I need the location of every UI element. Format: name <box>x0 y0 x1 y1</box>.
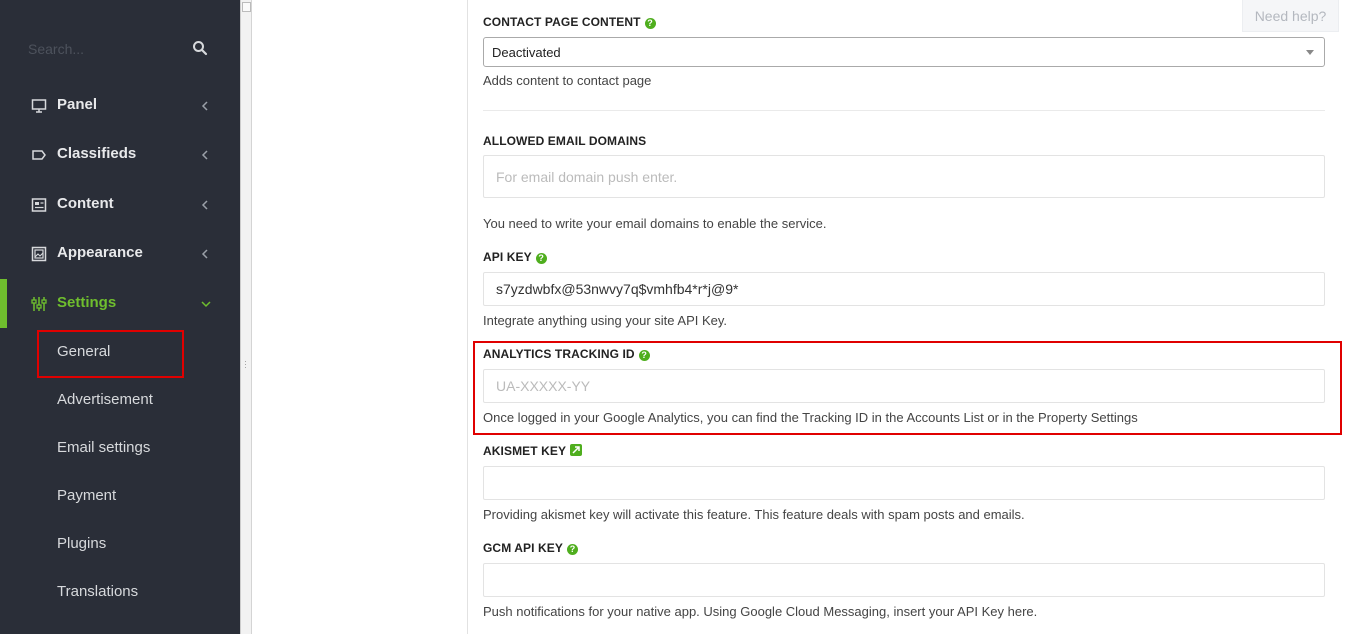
need-help-button[interactable]: Need help? <box>1242 0 1339 32</box>
api-key-help-text: Integrate anything using your site API K… <box>483 313 728 328</box>
sidebar-item-classifieds[interactable]: Classifieds <box>0 130 240 179</box>
sidebar-subitem-advertisement[interactable]: Advertisement <box>57 391 153 408</box>
newspaper-icon <box>31 197 47 213</box>
scroll-up-arrow-icon[interactable] <box>242 2 251 12</box>
sidebar-scrollbar[interactable]: · · · <box>240 0 252 634</box>
email-domains-input[interactable] <box>483 155 1325 198</box>
help-icon[interactable]: ? <box>638 350 650 361</box>
field-label-text: ANALYTICS TRACKING ID <box>483 347 635 361</box>
gcm-api-key-input[interactable] <box>483 563 1325 597</box>
allowed-email-domains-label: ALLOWED EMAIL DOMAINS <box>483 134 647 148</box>
dropdown-arrow-icon <box>1306 50 1314 55</box>
sidebar-subitem-payment[interactable]: Payment <box>57 487 116 504</box>
akismet-key-input[interactable] <box>483 466 1325 500</box>
chevron-left-icon <box>200 99 212 113</box>
sidebar-item-label: Classifieds <box>57 145 137 162</box>
image-icon <box>31 246 47 262</box>
sidebar-subitem-general[interactable]: General <box>57 343 110 360</box>
api-key-input[interactable] <box>483 272 1325 306</box>
monitor-icon <box>31 98 47 114</box>
select-value: Deactivated <box>492 45 561 60</box>
sidebar-item-appearance[interactable]: Appearance <box>0 229 240 278</box>
sidebar-item-panel[interactable]: Panel <box>0 81 240 130</box>
contact-help-text: Adds content to contact page <box>483 73 652 88</box>
field-label-text: CONTACT PAGE CONTENT <box>483 15 641 29</box>
sidebar-item-label: Settings <box>57 294 117 311</box>
sidebar-item-label: Appearance <box>57 244 143 261</box>
sliders-icon <box>31 296 47 312</box>
app-root: Panel Classifieds Content Appearance <box>0 0 1349 634</box>
field-label-text: GCM API KEY <box>483 541 563 555</box>
search-icon[interactable] <box>192 40 212 60</box>
divider <box>483 110 1325 111</box>
field-label-text: AKISMET KEY <box>483 444 567 458</box>
analytics-tracking-id-input[interactable] <box>483 369 1325 403</box>
sidebar-subitem-email-settings[interactable]: Email settings <box>57 439 150 456</box>
sidebar-item-label: Content <box>57 195 114 212</box>
gcm-help-text: Push notifications for your native app. … <box>483 604 1038 619</box>
contact-page-content-label: CONTACT PAGE CONTENT? <box>483 15 656 29</box>
external-link-icon[interactable] <box>570 444 583 456</box>
help-icon[interactable]: ? <box>535 253 547 264</box>
chevron-down-icon <box>200 297 212 311</box>
sidebar-subitem-plugins[interactable]: Plugins <box>57 535 106 552</box>
analytics-help-text: Once logged in your Google Analytics, yo… <box>483 410 1138 425</box>
search-input[interactable] <box>22 34 202 64</box>
scroll-grip-icon[interactable]: · · · <box>244 357 250 372</box>
akismet-key-label: AKISMET KEY <box>483 444 583 458</box>
contact-page-content-select[interactable]: Deactivated <box>483 37 1325 67</box>
chevron-left-icon <box>200 198 212 212</box>
sidebar-item-settings[interactable]: Settings <box>0 279 240 328</box>
help-icon[interactable]: ? <box>567 544 578 555</box>
gcm-api-key-label: GCM API KEY? <box>483 541 578 555</box>
help-icon[interactable]: ? <box>644 18 656 29</box>
tag-icon <box>31 147 47 163</box>
field-label-text: API KEY <box>483 250 532 264</box>
sidebar-item-content[interactable]: Content <box>0 180 240 229</box>
akismet-help-text: Providing akismet key will activate this… <box>483 507 1025 522</box>
sidebar-item-label: Panel <box>57 96 98 113</box>
analytics-tracking-id-label: ANALYTICS TRACKING ID? <box>483 347 650 361</box>
sidebar-subitem-translations[interactable]: Translations <box>57 583 138 600</box>
api-key-label: API KEY? <box>483 250 547 264</box>
chevron-left-icon <box>200 247 212 261</box>
chevron-left-icon <box>200 148 212 162</box>
sidebar: Panel Classifieds Content Appearance <box>0 0 240 634</box>
email-domains-help-text: You need to write your email domains to … <box>483 216 827 231</box>
